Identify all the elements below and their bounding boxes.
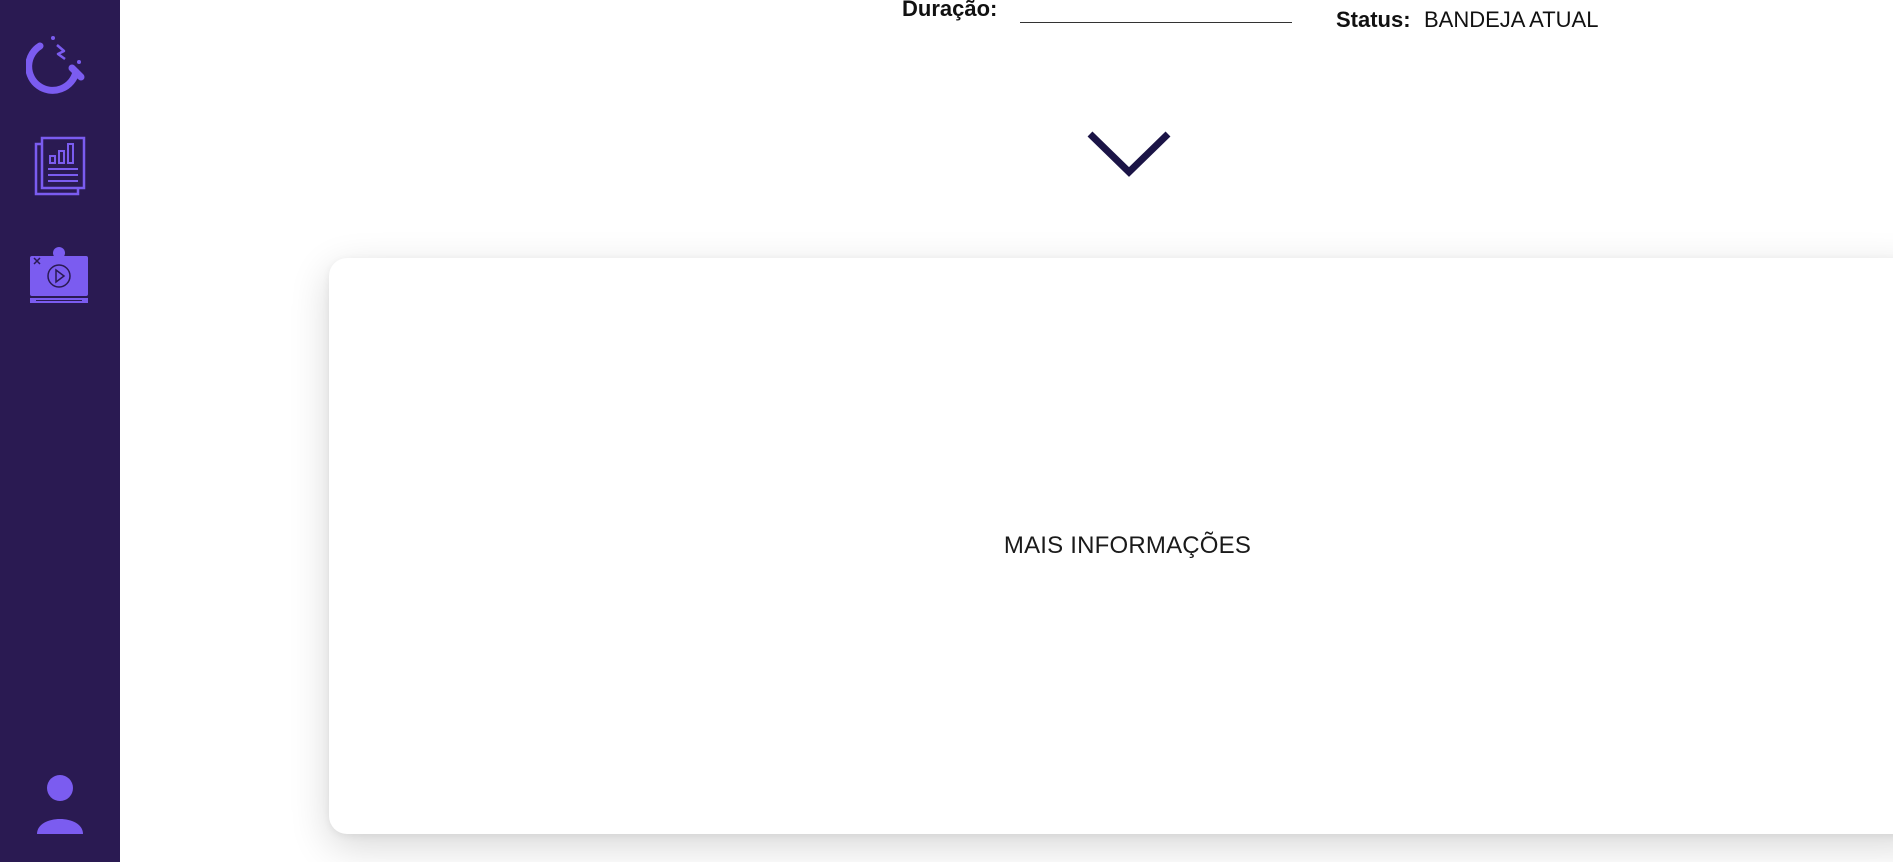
status-label: Status: [1336, 7, 1411, 32]
more-info-card[interactable]: MAIS INFORMAÇÕES [329, 258, 1893, 834]
chevron-down-icon[interactable] [1086, 128, 1172, 184]
magnet-icon[interactable] [25, 28, 92, 94]
more-info-label: MAIS INFORMAÇÕES [1003, 532, 1252, 559]
main-content: Duração: Status: BANDEJA ATUAL MAIS INFO… [120, 0, 1893, 862]
progress-ring-fragment [560, 0, 630, 3]
user-icon[interactable] [26, 772, 92, 838]
duration-label: Duração: [902, 0, 998, 21]
sidebar [0, 0, 120, 862]
status-value: BANDEJA ATUAL [1424, 7, 1599, 32]
video-settings-icon[interactable] [26, 244, 92, 310]
report-icon[interactable] [26, 134, 92, 200]
duration-field [1020, 22, 1292, 23]
